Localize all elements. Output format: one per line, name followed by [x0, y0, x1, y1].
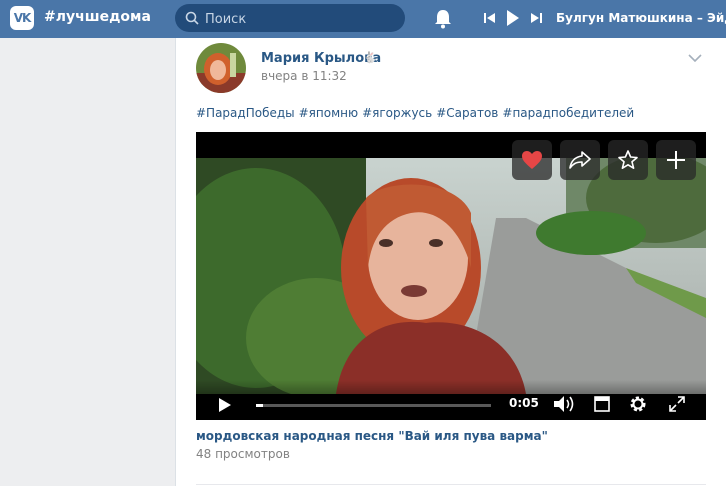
video-player[interactable]: 0:05 [196, 132, 706, 420]
post-time[interactable]: вчера в 11:32 [261, 69, 347, 83]
video-title[interactable]: мордовская народная песня "Вай иля пува … [196, 429, 548, 443]
hashtag-link[interactable]: #ягоржусь [362, 106, 432, 120]
volume-icon[interactable] [553, 395, 575, 413]
next-track-icon[interactable] [530, 11, 542, 25]
fullscreen-icon[interactable] [669, 396, 685, 412]
vk-logo[interactable]: VK [10, 6, 34, 30]
now-playing-track[interactable]: Булгун Матюшкина – Эйдже [556, 11, 726, 25]
like-button[interactable] [512, 140, 552, 180]
post-card: Мария Крылова 🐇 вчера в 11:32 #ПарадПобе… [175, 38, 726, 486]
post-hashtags: #ПарадПобеды #япомню #ягоржусь #Саратов #пар… [196, 106, 638, 120]
share-icon [569, 151, 591, 169]
hashtag-link[interactable]: #парадпобедителей [502, 106, 634, 120]
hashtag-link[interactable]: #Саратов [436, 106, 498, 120]
plus-icon [667, 151, 685, 169]
author-avatar[interactable] [196, 43, 246, 93]
video-progress-fill [256, 404, 264, 407]
video-progress-bar[interactable] [256, 404, 491, 407]
search-icon [185, 11, 199, 25]
top-bar: VK #лучшедома Булгун Матюшкина – Эйдже [0, 0, 726, 38]
hashtag-link[interactable]: #ПарадПобеды [196, 106, 295, 120]
post-divider [196, 484, 706, 485]
prev-track-icon[interactable] [484, 11, 496, 25]
video-controls: 0:05 [196, 380, 706, 420]
chevron-down-icon[interactable] [688, 54, 702, 62]
page-hashtag-title: #лучшедома [44, 9, 151, 25]
video-views: 48 просмотров [196, 447, 290, 461]
video-time: 0:05 [509, 396, 539, 410]
heart-icon [522, 151, 542, 169]
notifications-bell-icon[interactable] [434, 9, 452, 29]
video-frame[interactable] [196, 158, 706, 394]
play-icon[interactable] [506, 9, 520, 27]
hashtag-link[interactable]: #япомню [299, 106, 358, 120]
search-input[interactable] [203, 4, 397, 34]
mini-player-icon[interactable] [594, 396, 610, 412]
star-icon [618, 150, 638, 170]
search-box[interactable] [175, 4, 405, 34]
share-button[interactable] [560, 140, 600, 180]
add-button[interactable] [656, 140, 696, 180]
favorite-button[interactable] [608, 140, 648, 180]
play-icon[interactable] [218, 397, 232, 413]
author-status-icon: 🐇 [363, 51, 377, 64]
settings-gear-icon[interactable] [628, 394, 648, 414]
